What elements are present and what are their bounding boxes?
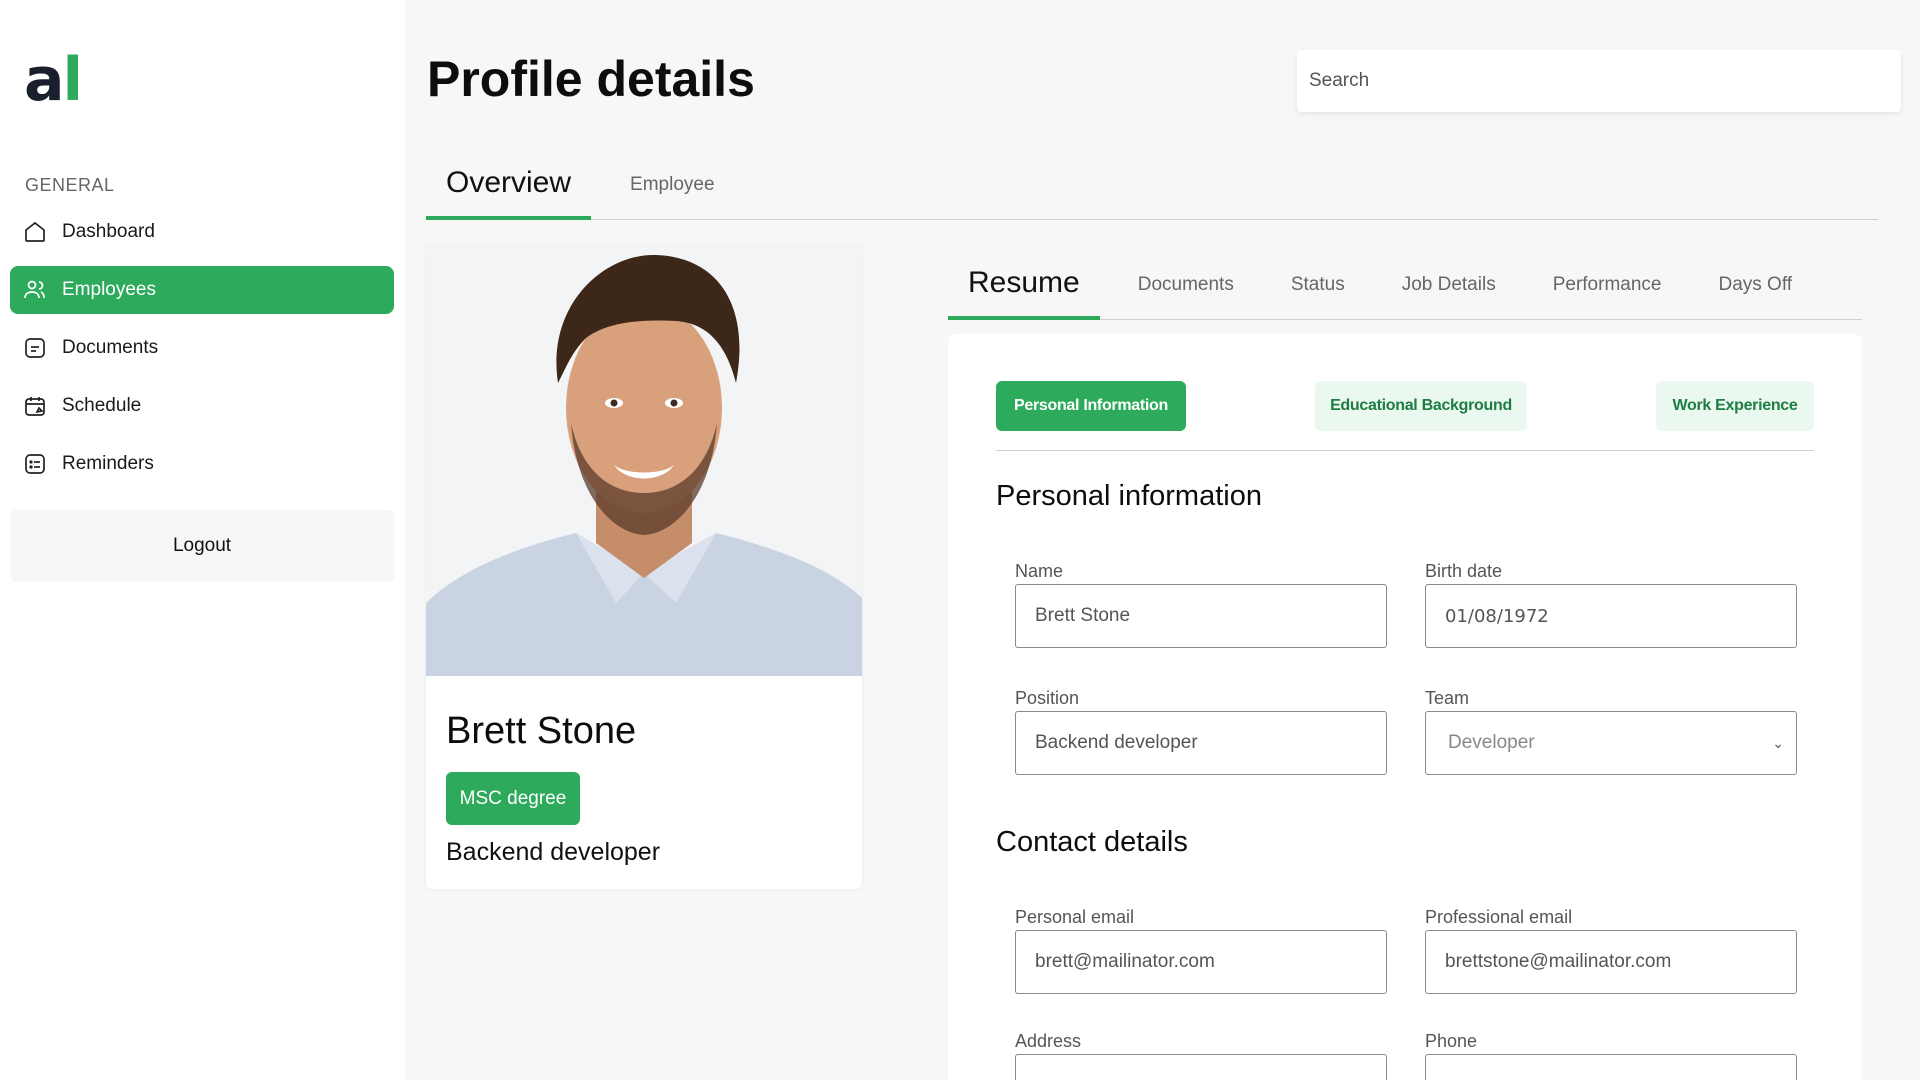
sidebar: al GENERAL Dashboard Employees Documents — [0, 0, 405, 1080]
work-experience-pill[interactable]: Work Experience — [1656, 381, 1814, 431]
sidebar-item-label: Dashboard — [62, 221, 155, 242]
name-field[interactable]: Brett Stone — [1015, 584, 1387, 648]
address-field[interactable] — [1015, 1054, 1387, 1080]
position-label: Position — [1015, 688, 1080, 708]
document-icon — [22, 335, 48, 361]
personal-information-pill[interactable]: Personal Information — [996, 381, 1186, 431]
profile-photo — [426, 243, 862, 676]
sidebar-item-label: Employees — [62, 279, 156, 300]
phone-field[interactable] — [1425, 1054, 1797, 1080]
personal-email-field[interactable]: brett@mailinator.com — [1015, 930, 1387, 994]
sidebar-item-employees[interactable]: Employees — [10, 266, 394, 314]
team-select-value: Developer — [1448, 732, 1535, 753]
birth-date-field[interactable]: 01/08/1972 — [1425, 584, 1797, 648]
sidebar-item-documents[interactable]: Documents — [10, 324, 394, 372]
phone-label: Phone — [1425, 1031, 1478, 1051]
logo-letter-l: l — [62, 45, 84, 115]
personal-email-label: Personal email — [1015, 907, 1135, 927]
professional-email-label: Professional email — [1425, 907, 1573, 927]
team-label: Team — [1425, 688, 1470, 708]
tab-days-off[interactable]: Days Off — [1680, 250, 1811, 320]
logout-button[interactable]: Logout — [10, 510, 394, 582]
personal-info-title: Personal information — [996, 480, 1262, 512]
resume-tabs: Resume Documents Status Job Details Perf… — [948, 250, 1862, 320]
sidebar-section-label: GENERAL — [25, 175, 115, 195]
logo-letter-a: a — [24, 45, 64, 115]
tab-status[interactable]: Status — [1253, 250, 1364, 320]
sidebar-item-label: Reminders — [62, 453, 154, 474]
sidebar-item-reminders[interactable]: Reminders — [10, 440, 394, 488]
name-label: Name — [1015, 561, 1064, 581]
sidebar-item-label: Documents — [62, 337, 159, 358]
calendar-icon — [22, 393, 48, 419]
tab-documents[interactable]: Documents — [1100, 250, 1253, 320]
users-icon — [22, 277, 48, 303]
professional-email-field[interactable]: brettstone@mailinator.com — [1425, 930, 1797, 994]
tab-overview[interactable]: Overview — [426, 150, 592, 220]
contact-details-title: Contact details — [996, 826, 1188, 858]
divider — [996, 450, 1814, 451]
resume-panel: Personal Information Educational Backgro… — [948, 334, 1862, 1080]
employee-name: Brett Stone — [446, 710, 637, 752]
profile-card: Brett Stone MSC degree Backend developer — [426, 243, 862, 889]
home-icon — [22, 219, 48, 245]
degree-badge: MSC degree — [446, 772, 580, 825]
sidebar-nav: Dashboard Employees Documents Schedule R… — [10, 208, 394, 498]
address-label: Address — [1015, 1031, 1082, 1051]
sidebar-item-dashboard[interactable]: Dashboard — [10, 208, 394, 256]
tab-employee[interactable]: Employee — [591, 150, 735, 220]
app-logo[interactable]: al — [24, 50, 83, 110]
educational-background-pill[interactable]: Educational Background — [1315, 381, 1527, 431]
tab-resume[interactable]: Resume — [948, 250, 1100, 320]
position-field[interactable]: Backend developer — [1015, 711, 1387, 775]
sidebar-item-label: Schedule — [62, 395, 142, 416]
page-title: Profile details — [427, 51, 755, 107]
birth-date-label: Birth date — [1425, 561, 1503, 581]
tab-job-details[interactable]: Job Details — [1364, 250, 1515, 320]
team-select[interactable]: Developer ⌄ — [1425, 711, 1797, 775]
list-icon — [22, 451, 48, 477]
employee-position: Backend developer — [446, 838, 661, 866]
search-input[interactable] — [1297, 50, 1901, 112]
sidebar-item-schedule[interactable]: Schedule — [10, 382, 394, 430]
chevron-down-icon: ⌄ — [1772, 734, 1784, 751]
top-tabs: Overview Employee — [426, 150, 1878, 220]
tab-performance[interactable]: Performance — [1515, 250, 1681, 320]
